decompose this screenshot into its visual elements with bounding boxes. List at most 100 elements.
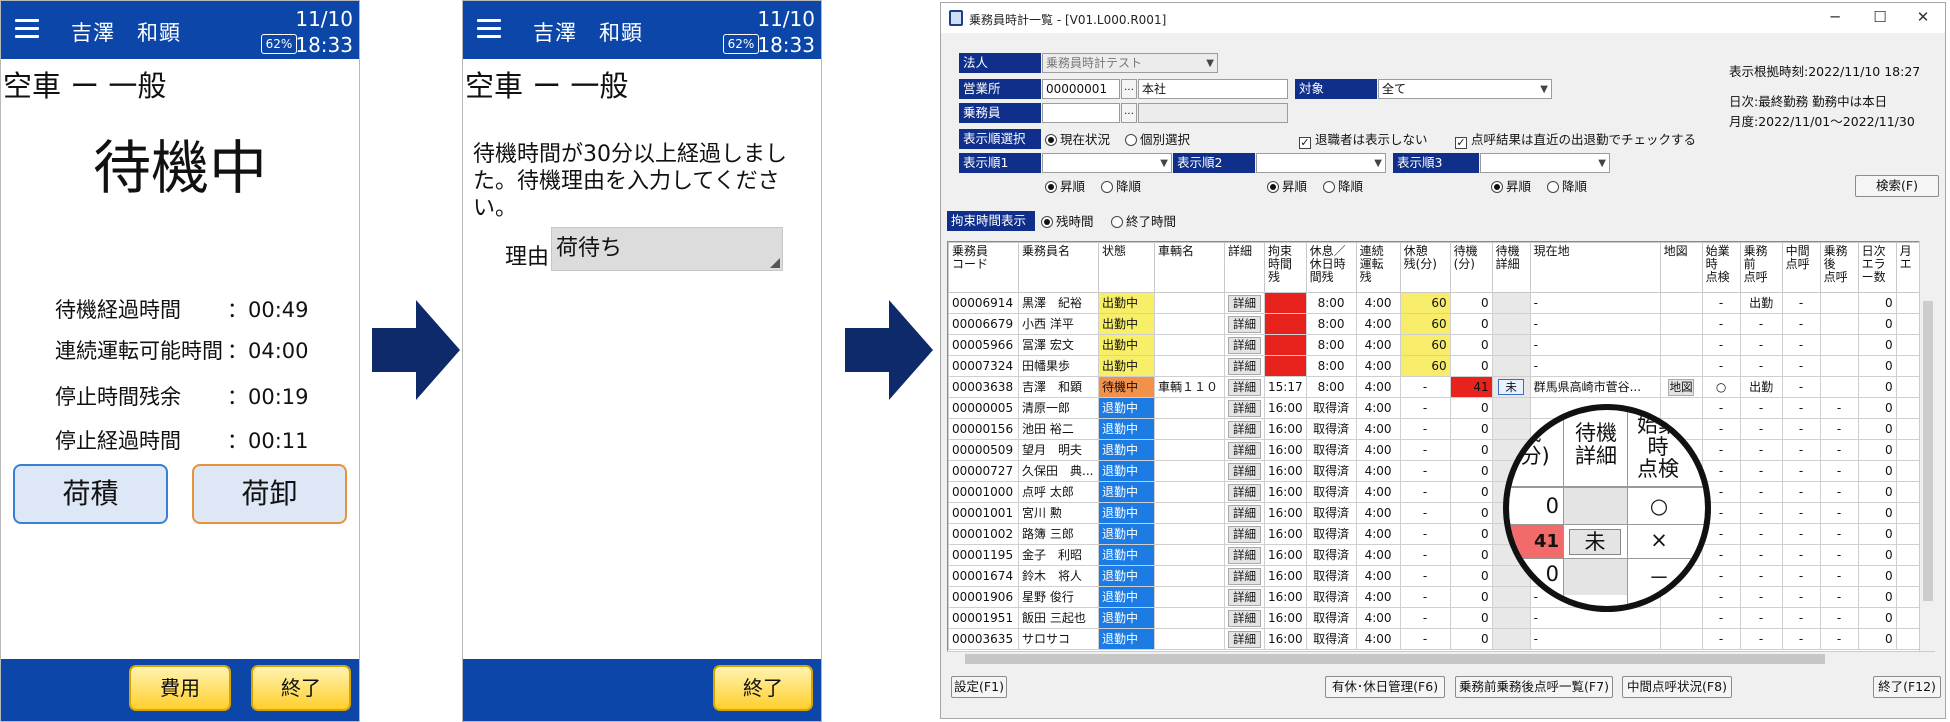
wait-detail-button[interactable]: 未 [1498,379,1525,395]
detail-button[interactable]: 詳細 [1228,442,1261,459]
cell-wait-detail [1491,313,1531,335]
info-base-time: 表示根拠時刻:2022/11/10 18:27 [1729,64,1921,79]
cell-map [1659,292,1703,314]
horizontal-scrollbar[interactable] [947,651,1935,665]
close-icon[interactable]: ✕ [1913,7,1933,27]
phone-screen-waiting: 吉澤 和顕 11/10 62% 18:33 空車 ー 一般 待機中 待機経過時間… [0,0,360,722]
maximize-icon[interactable]: ☐ [1870,7,1890,27]
mag-cell-unset[interactable]: 未 [1569,529,1621,555]
table-row[interactable]: 00000156 池田 裕二 退勤中 詳細 16:00 取得済 4:00-0- - - -0 [948,418,1923,440]
cell-code: 00003638 [948,376,1019,398]
table-row[interactable]: 00005966 冨澤 宏文 出勤中 詳細 8:00 4:00 60 0- - - -0 [948,334,1923,356]
cell-restraint: 16:00 [1264,502,1307,524]
exit-button[interactable]: 終了(F12) [1873,676,1941,698]
minimize-icon[interactable]: ─ [1825,7,1845,27]
cell-restraint: 16:00 [1264,607,1307,629]
detail-button[interactable]: 詳細 [1228,610,1261,627]
order2-asc-radio[interactable]: 昇順 [1267,179,1307,195]
detail-button[interactable]: 詳細 [1228,337,1261,354]
end-button[interactable]: 終了 [713,665,813,711]
cell-status: 退勤中 [1098,397,1155,419]
rollcall-list-button[interactable]: 乗務前乗務後点呼一覧(F7) [1455,676,1613,698]
menu-icon[interactable] [477,19,501,39]
order2-desc-radio[interactable]: 降順 [1323,179,1363,195]
order3-desc-radio[interactable]: 降順 [1547,179,1587,195]
mid-rollcall-button[interactable]: 中間点呼状況(F8) [1622,676,1732,698]
cost-button[interactable]: 費用 [129,665,231,711]
map-button[interactable]: 地図 [1668,379,1695,396]
load-button[interactable]: 荷積 [13,464,168,524]
cell-post-call: - [1819,586,1859,608]
detail-button[interactable]: 詳細 [1228,568,1261,585]
roll-call-checkbox[interactable]: ✓ 点呼結果は直近の出退勤でチェックする [1455,132,1696,149]
detail-button[interactable]: 詳細 [1228,463,1261,480]
table-row[interactable]: 00000727 久保田 典... 退勤中 詳細 16:00 取得済 4:00-0- - - -0 [948,460,1923,482]
order-individual-radio[interactable]: 個別選択 [1125,132,1190,148]
table-row[interactable]: 00001000 点呼 太郎 退勤中 詳細 16:00 取得済 4:00-0- - - -0 [948,481,1923,503]
order1-desc-radio[interactable]: 降順 [1101,179,1141,195]
detail-button[interactable]: 詳細 [1228,421,1261,438]
table-row[interactable]: 00000509 望月 明夫 退勤中 詳細 16:00 取得済 4:00-0- - - -0 [948,439,1923,461]
table-row[interactable]: 00006914 黒澤 紀裕 出勤中 詳細 8:00 4:00 60 0- - 出勤 -0 [948,292,1923,314]
corp-select[interactable]: 乗務員時計テスト ▼ [1042,53,1218,73]
search-button[interactable]: 検索(F) [1855,175,1939,197]
detail-button[interactable]: 詳細 [1228,295,1261,312]
order3-select[interactable]: ▼ [1480,153,1610,173]
cell-pre-call: - [1739,313,1783,335]
table-row[interactable]: 00001001 宮川 勲退勤中 詳細 16:00 取得済 4:00-0- - - -0 [948,502,1923,524]
detail-button[interactable]: 詳細 [1228,400,1261,417]
table-row[interactable]: 00006679 小西 洋平 出勤中 詳細 8:00 4:00 60 0- - - -0 [948,313,1923,335]
table-row[interactable]: 00001195 金子 利昭 退勤中 詳細 16:00 取得済 4:00-0- - - -0 [948,544,1923,566]
table-row[interactable]: 00000005 清原一郎 退勤中 詳細 16:00 取得済 4:00-0- - - -0 [948,397,1923,419]
settings-button[interactable]: 設定(F1) [951,676,1007,698]
cell-break: - [1399,439,1451,461]
mag-cell: ○ [1649,494,1669,518]
detail-button[interactable]: 詳細 [1228,316,1261,333]
table-row[interactable]: 00001951 飯田 三起也 退勤中 詳細 16:00 取得済 4:00-0- - - - -0 [948,607,1923,629]
order1-select[interactable]: ▼ [1042,153,1172,173]
crew-name-field [1138,103,1288,123]
table-row[interactable]: 00001906 星野 俊行 退勤中 詳細 16:00 取得済 4:00-0- - - - -0 [948,586,1923,608]
detail-button[interactable]: 詳細 [1228,484,1261,501]
scroll-thumb[interactable] [965,654,1825,664]
menu-icon[interactable] [15,19,39,39]
target-select[interactable]: 全て ▼ [1378,79,1552,99]
column-header: 車輌名 [1154,242,1225,293]
table-row[interactable]: 00003638 吉澤 和顕 待機中 車輌１１０ 詳細 15:17 8:00 4:00-41 未… [948,376,1923,398]
leave-management-button[interactable]: 有休･休日管理(F6) [1325,676,1445,698]
end-button[interactable]: 終了 [251,665,351,711]
table-row[interactable]: 00001674 鈴木 将人 退勤中 詳細 16:00 取得済 4:00-0- - - -0 [948,565,1923,587]
order1-asc-radio[interactable]: 昇順 [1045,179,1085,195]
table-row[interactable]: 00003635 サロサコ 退勤中 詳細 16:00 取得済 4:00-0- - - - -0 [948,628,1923,650]
order3-asc-radio[interactable]: 昇順 [1491,179,1531,195]
detail-button[interactable]: 詳細 [1228,547,1261,564]
cell-drive: 4:00 [1355,481,1401,503]
restraint-remaining-radio[interactable]: 残時間 [1041,214,1094,230]
detail-button[interactable]: 詳細 [1228,631,1261,648]
detail-button[interactable]: 詳細 [1228,526,1261,543]
office-code-input[interactable]: 00000001 [1042,79,1120,99]
detail-button[interactable]: 詳細 [1228,505,1261,522]
table-row[interactable]: 00001002 路簿 三郎 退勤中 詳細 16:00 取得済 4:00-0- - - -0 [948,523,1923,545]
vertical-scrollbar[interactable] [1919,241,1935,651]
crew-code-input[interactable] [1042,103,1120,123]
hide-retired-checkbox[interactable]: ✓ 退職者は表示しない [1299,132,1428,149]
restraint-end-radio[interactable]: 終了時間 [1111,214,1176,230]
order2-select[interactable]: ▼ [1256,153,1386,173]
cell-code: 00001195 [948,544,1019,566]
detail-button[interactable]: 詳細 [1228,358,1261,375]
cell-car [1154,292,1225,314]
detail-button[interactable]: 詳細 [1228,379,1261,396]
reason-input[interactable]: 荷待ち [551,227,783,271]
cell-rest: 8:00 [1305,355,1357,377]
cell-map [1659,628,1703,650]
scroll-thumb[interactable] [1923,301,1933,601]
cell-drive: 4:00 [1355,502,1401,524]
office-lookup-button[interactable]: … [1121,79,1137,99]
order1-label: 表示順1 [959,153,1041,173]
detail-button[interactable]: 詳細 [1228,589,1261,606]
unload-button[interactable]: 荷卸 [192,464,347,524]
table-row[interactable]: 00007324 田幡果歩 出勤中 詳細 8:00 4:00 60 0- - - -0 [948,355,1923,377]
crew-lookup-button[interactable]: … [1121,103,1137,123]
order-current-radio[interactable]: 現在状況 [1045,132,1110,148]
